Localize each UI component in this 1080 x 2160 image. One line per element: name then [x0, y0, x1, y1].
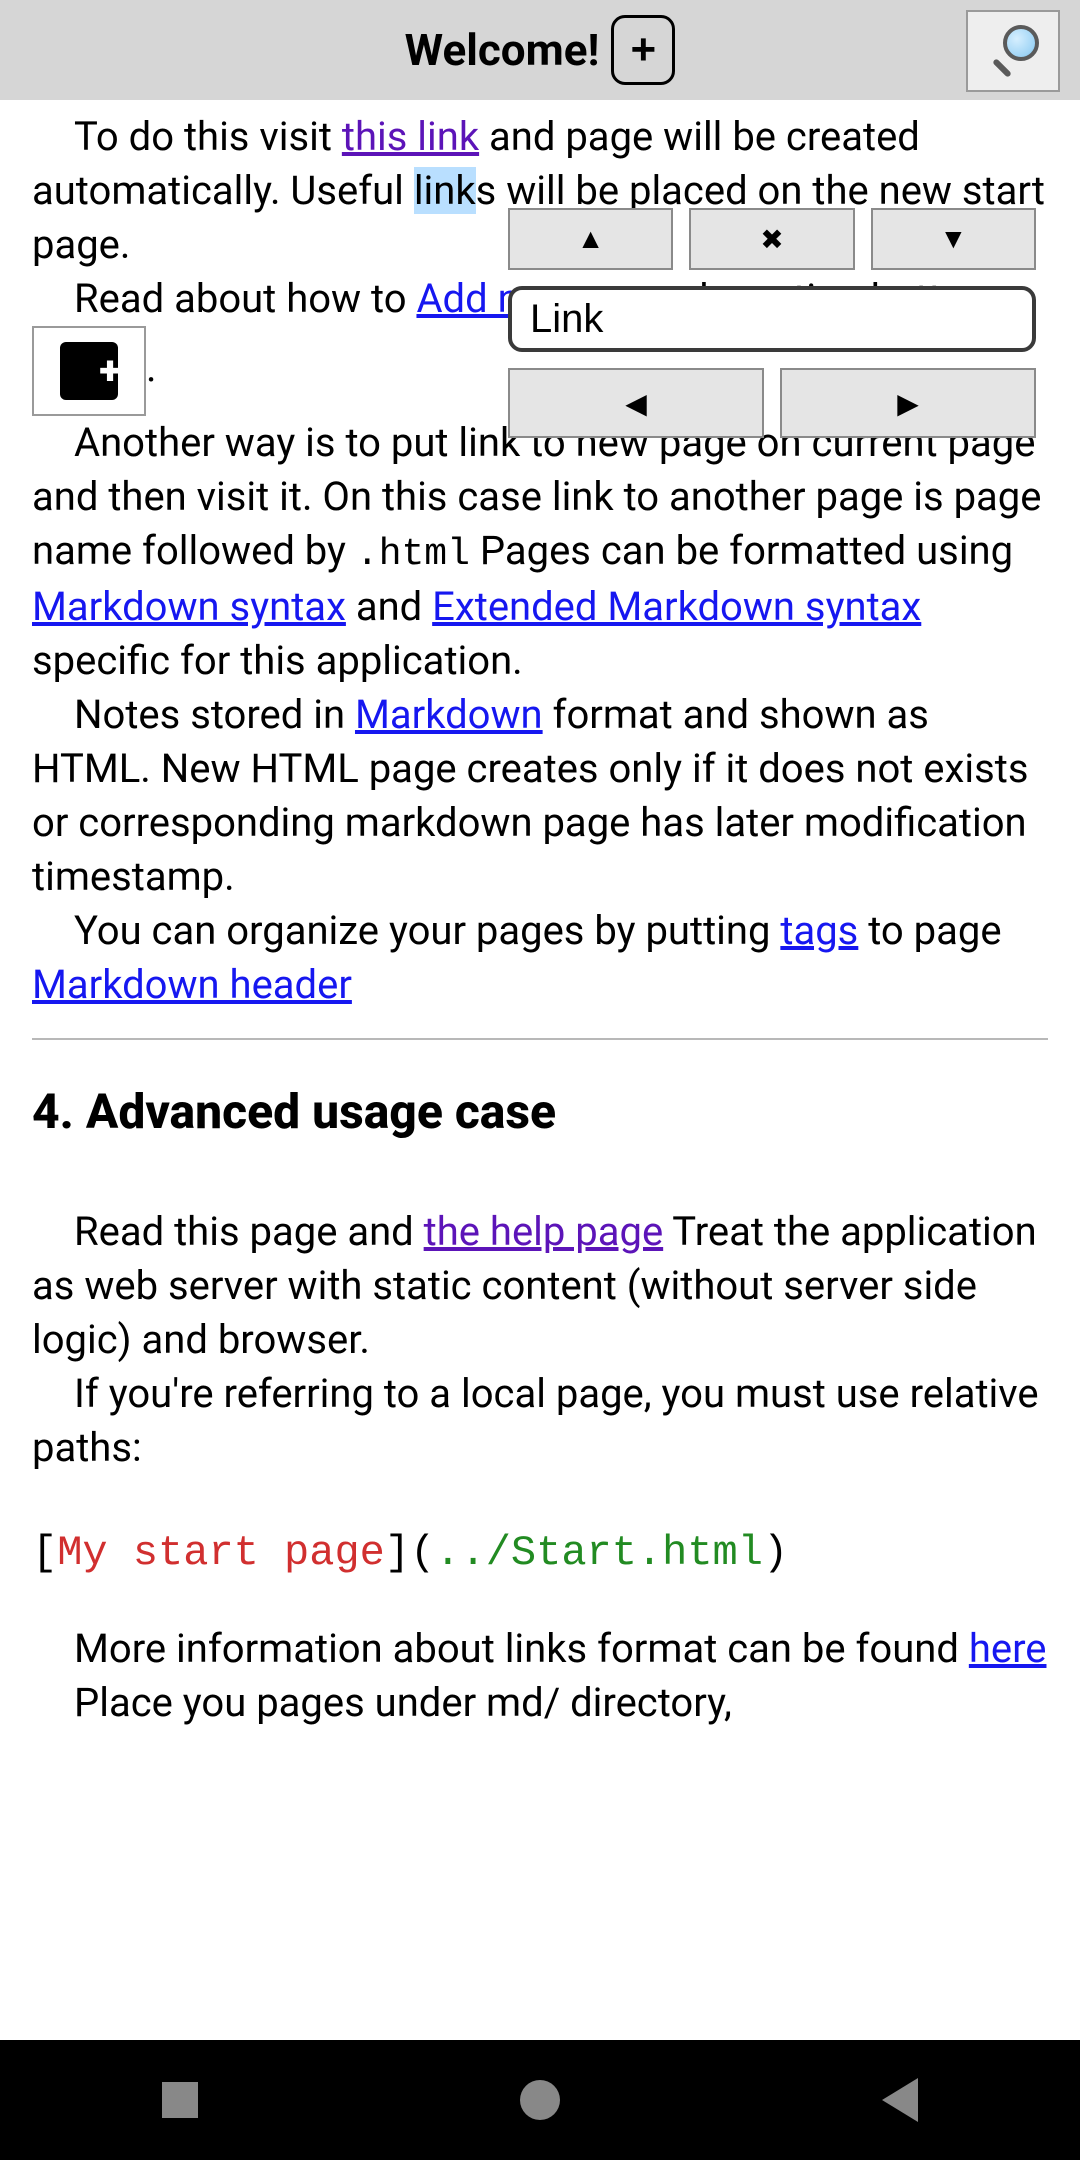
home-button[interactable]	[516, 2076, 564, 2124]
find-in-page-panel: ▲ ✖ ▼ ◀ ▶	[508, 208, 1036, 438]
text: You can organize your pages by putting	[74, 907, 780, 954]
down-triangle-icon: ▼	[939, 223, 967, 255]
markdown-link[interactable]: Markdown	[355, 691, 543, 738]
code-bracket: )	[763, 1529, 788, 1577]
plus-icon: +	[60, 342, 118, 400]
close-icon: ✖	[760, 223, 783, 256]
find-next-match-button[interactable]: ▼	[871, 208, 1036, 270]
title-bar: Welcome! +	[0, 0, 1080, 100]
find-close-button[interactable]: ✖	[689, 208, 854, 270]
paragraph: Read this page and the help page Treat t…	[32, 1205, 1048, 1367]
paragraph: Another way is to put link to new page o…	[32, 416, 1048, 688]
text: Notes stored in	[74, 691, 355, 738]
search-button[interactable]	[966, 10, 1060, 92]
paragraph: If you're referring to a local page, you…	[32, 1367, 1048, 1475]
up-triangle-icon: ▲	[577, 223, 605, 255]
tags-link[interactable]: tags	[780, 907, 858, 954]
code-bracket: [	[32, 1529, 57, 1577]
system-nav-bar	[0, 2040, 1080, 2160]
text: More information about links format can …	[74, 1625, 969, 1672]
back-triangle-icon	[882, 2078, 918, 2122]
markdown-header-link[interactable]: Markdown header	[32, 961, 352, 1008]
circle-icon	[520, 2080, 560, 2120]
find-input[interactable]	[508, 286, 1036, 352]
help-page-link[interactable]: the help page	[424, 1208, 664, 1255]
section-heading: 4. Advanced usage case	[32, 1080, 1048, 1145]
inline-code: .html	[356, 533, 470, 576]
paragraph: More information about links format can …	[32, 1622, 1048, 1676]
back-button[interactable]	[876, 2076, 924, 2124]
find-back-button[interactable]: ◀	[508, 368, 764, 438]
extended-markdown-link[interactable]: Extended Markdown syntax	[432, 583, 921, 630]
text: Pages can be formatted using	[470, 527, 1013, 574]
section-divider	[32, 1038, 1048, 1040]
find-controls-row: ▲ ✖ ▼	[508, 208, 1036, 270]
code-bracket: ](	[385, 1529, 435, 1577]
add-page-button[interactable]: +	[611, 15, 675, 85]
action-button-example: +	[32, 326, 146, 416]
search-highlight: link	[414, 167, 476, 214]
recent-apps-button[interactable]	[156, 2076, 204, 2124]
text: To do this visit	[74, 113, 342, 160]
this-link[interactable]: this link	[342, 113, 479, 160]
find-prev-match-button[interactable]: ▲	[508, 208, 673, 270]
square-icon	[162, 2082, 198, 2118]
search-icon	[991, 29, 1035, 73]
find-nav-row: ◀ ▶	[508, 368, 1036, 438]
text: Read this page and	[74, 1208, 424, 1255]
code-block: [My start page](../Start.html)	[32, 1525, 1048, 1582]
text: Read about how to	[74, 275, 416, 322]
here-link[interactable]: here	[969, 1625, 1047, 1672]
page-title: Welcome!	[405, 24, 600, 76]
code-link-text: My start page	[57, 1529, 385, 1577]
right-triangle-icon: ▶	[897, 387, 919, 420]
paragraph: You can organize your pages by putting t…	[32, 904, 1048, 1012]
text: specific for this application.	[32, 637, 523, 684]
code-link-path: ../Start.html	[435, 1529, 763, 1577]
text: .	[146, 345, 157, 392]
paragraph: Place you pages under md/ directory,	[32, 1676, 1048, 1730]
find-forward-button[interactable]: ▶	[780, 368, 1036, 438]
markdown-syntax-link[interactable]: Markdown syntax	[32, 583, 346, 630]
title-group: Welcome! +	[405, 15, 676, 85]
text: to page	[858, 907, 1001, 954]
text: and	[346, 583, 432, 630]
left-triangle-icon: ◀	[625, 387, 647, 420]
paragraph: Notes stored in Markdown format and show…	[32, 688, 1048, 904]
